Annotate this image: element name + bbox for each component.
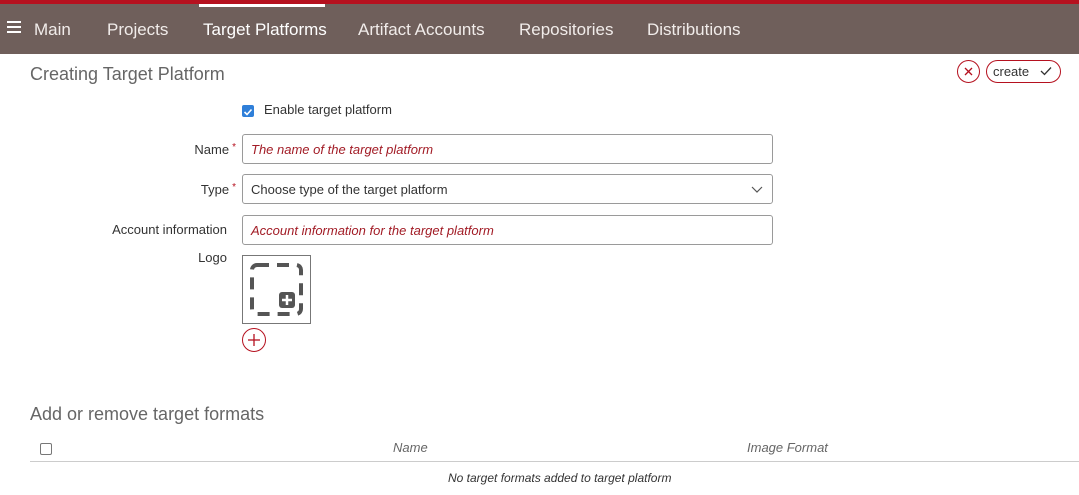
name-field[interactable]: The name of the target platform (242, 134, 773, 164)
table-divider (30, 461, 1079, 462)
enable-checkbox-label: Enable target platform (264, 102, 392, 117)
logo-image-placeholder[interactable] (242, 255, 311, 324)
nav-item-repositories[interactable]: Repositories (519, 20, 614, 40)
type-select-value: Choose type of the target platform (251, 182, 448, 197)
top-navbar: Main Projects Target Platforms Artifact … (0, 4, 1079, 54)
name-label: Name * (194, 142, 236, 157)
chevron-down-icon (751, 186, 763, 193)
empty-table-message: No target formats added to target platfo… (448, 471, 672, 485)
column-header-name[interactable]: Name (393, 440, 428, 455)
add-logo-button[interactable] (242, 328, 266, 352)
page-title: Creating Target Platform (30, 64, 225, 84)
enable-checkbox[interactable] (242, 105, 254, 117)
logo-label: Logo (198, 250, 227, 265)
account-field[interactable]: Account information for the target platf… (242, 215, 773, 245)
add-image-icon (250, 263, 303, 316)
required-marker: * (232, 142, 236, 153)
nav-item-distributions[interactable]: Distributions (647, 20, 741, 40)
type-label: Type * (200, 182, 236, 197)
nav-item-projects[interactable]: Projects (107, 20, 168, 40)
plus-icon (248, 334, 260, 346)
create-button-label: create (993, 64, 1030, 79)
account-placeholder: Account information for the target platf… (251, 223, 494, 238)
checkmark-icon (243, 108, 253, 116)
create-button[interactable]: create (986, 60, 1061, 83)
account-label: Account information (112, 222, 227, 237)
nav-item-artifact-accounts[interactable]: Artifact Accounts (358, 20, 485, 40)
name-placeholder: The name of the target platform (251, 142, 434, 157)
column-header-image-format[interactable]: Image Format (747, 440, 828, 455)
type-select[interactable]: Choose type of the target platform (242, 174, 773, 204)
cancel-button[interactable] (957, 60, 980, 83)
hamburger-icon[interactable] (7, 21, 21, 33)
check-icon (1040, 67, 1052, 76)
section-title: Add or remove target formats (30, 404, 265, 424)
required-marker: * (232, 182, 236, 193)
nav-item-main[interactable]: Main (34, 20, 71, 40)
select-all-checkbox[interactable] (40, 443, 52, 455)
active-tab-indicator (199, 4, 325, 7)
close-icon (964, 67, 973, 76)
nav-item-target-platforms[interactable]: Target Platforms (203, 20, 327, 40)
